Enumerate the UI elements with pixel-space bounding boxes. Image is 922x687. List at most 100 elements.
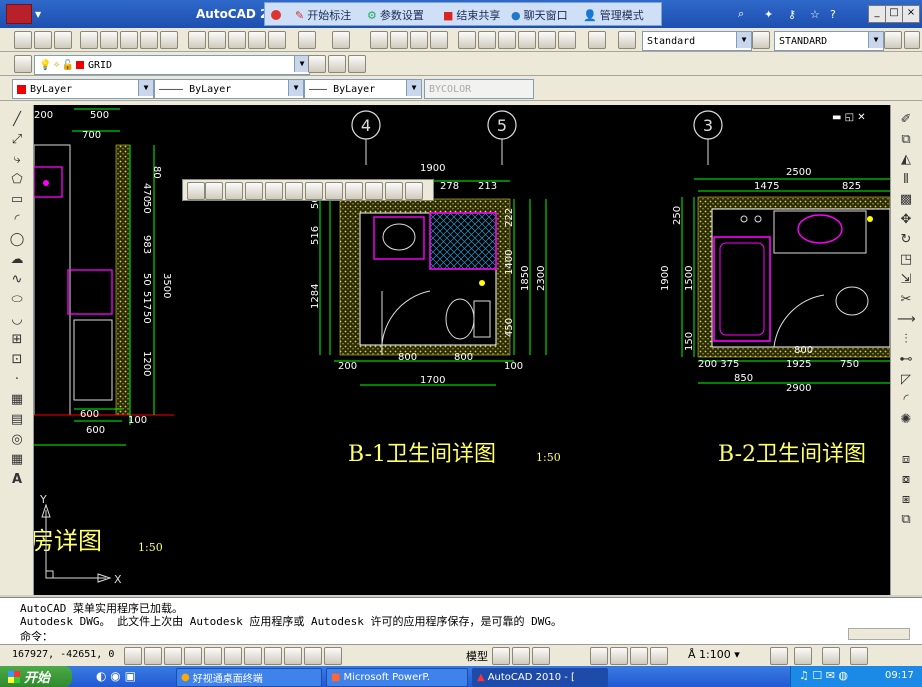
copy-object-icon[interactable]: ⧉ — [897, 131, 915, 149]
line-icon[interactable]: ╱ — [8, 111, 26, 129]
chamfer-icon[interactable]: ◸ — [897, 371, 915, 389]
plot-icon[interactable] — [80, 31, 98, 49]
annotation-visibility-icon[interactable] — [770, 647, 788, 665]
zoom-previous-icon[interactable] — [430, 31, 448, 49]
make-current-icon[interactable] — [308, 55, 326, 73]
help-icon[interactable]: ? — [830, 5, 836, 23]
aligned-dim-icon[interactable] — [205, 182, 223, 200]
function-icon[interactable] — [405, 182, 423, 200]
pan-icon[interactable] — [370, 31, 388, 49]
arc-icon[interactable]: ◜ — [8, 211, 26, 229]
properties-icon[interactable] — [458, 31, 476, 49]
quick-view-drawings-icon[interactable] — [532, 647, 550, 665]
redo-icon[interactable] — [332, 31, 350, 49]
command-scrollbar[interactable] — [848, 628, 910, 640]
quick-launch-icon[interactable]: ◐ ◉ ▣ — [96, 669, 136, 683]
construction-line-icon[interactable]: ⤢ — [8, 131, 26, 149]
grid-icon[interactable] — [164, 647, 182, 665]
gradient-icon[interactable]: ▤ — [8, 411, 26, 429]
tray-icons[interactable]: ♫ ☐ ✉ ◍ — [799, 669, 848, 682]
quick-view-icon[interactable] — [512, 647, 530, 665]
scale-icon[interactable]: ◳ — [897, 251, 915, 269]
erase-icon[interactable]: ✐ — [897, 111, 915, 129]
spline-icon[interactable]: ∿ — [8, 271, 26, 289]
xref-icon[interactable]: ⧉ — [897, 511, 915, 529]
binoculars-icon[interactable]: ⌕ — [738, 5, 744, 23]
dim-style-select[interactable]: STANDARD ▼ — [774, 31, 884, 51]
ortho-icon[interactable] — [184, 647, 202, 665]
settings-button[interactable]: ⚙ 参数设置 — [367, 6, 424, 24]
admin-mode-button[interactable]: 👤 管理模式 — [583, 6, 644, 24]
autocad-app-menu[interactable]: ▼ — [6, 4, 41, 24]
table-icon[interactable]: ▦ — [8, 451, 26, 469]
layer-walk-icon[interactable]: ⧆ — [897, 491, 915, 509]
mirror-icon[interactable]: ◭ — [897, 151, 915, 169]
pan-status-icon[interactable] — [590, 647, 608, 665]
ellipse-icon[interactable]: ⬭ — [8, 291, 26, 309]
clean-screen-icon[interactable] — [850, 647, 868, 665]
osnap-icon[interactable] — [224, 647, 242, 665]
hatch-icon[interactable]: ▦ — [8, 391, 26, 409]
lwt-icon[interactable] — [304, 647, 322, 665]
open-icon[interactable] — [34, 31, 52, 49]
workspace-icon[interactable] — [794, 647, 812, 665]
extend-icon[interactable]: ⟶ — [897, 311, 916, 329]
etransmit-icon[interactable] — [160, 31, 178, 49]
3d-dwf-icon[interactable] — [140, 31, 158, 49]
taskbar-item-active[interactable]: ▲ AutoCAD 2010 - [ — [472, 668, 608, 687]
color-select[interactable]: ByLayer ▼ — [12, 79, 154, 99]
stretch-icon[interactable]: ⇲ — [897, 271, 915, 289]
command-window[interactable]: AutoCAD 菜单实用程序已加载。 Autodesk DWG。 此文件上次由 … — [0, 597, 922, 644]
zoom-window-icon[interactable] — [410, 31, 428, 49]
zoom-status-icon[interactable] — [610, 647, 628, 665]
layer-previous-icon[interactable] — [328, 55, 346, 73]
trim-icon[interactable]: ✂ — [897, 291, 915, 309]
polyline-icon[interactable]: ⤷ — [8, 151, 26, 169]
join-icon[interactable]: ⊷ — [897, 351, 915, 369]
close-button[interactable]: × — [902, 5, 920, 23]
group-icon[interactable]: ⧇ — [897, 471, 915, 489]
maximize-button[interactable]: □ — [885, 5, 903, 23]
lineweight-select[interactable]: ——— ByLayer ▼ — [304, 79, 422, 99]
offset-icon[interactable]: ⫴ — [897, 171, 915, 189]
minimize-button[interactable]: _ — [868, 5, 886, 23]
rectangle-icon[interactable]: ▭ — [8, 191, 26, 209]
taskbar-item[interactable]: ● 好视通桌面终端 — [176, 668, 322, 687]
continue-icon[interactable] — [385, 182, 403, 200]
move-icon[interactable]: ✥ — [897, 211, 915, 229]
point-icon[interactable]: · — [8, 371, 26, 389]
dim-style-icon[interactable] — [752, 31, 770, 49]
region-icon[interactable]: ◎ — [8, 431, 26, 449]
layer-manager-icon[interactable] — [14, 55, 32, 73]
cut-icon[interactable] — [188, 31, 206, 49]
otrack-icon[interactable] — [244, 647, 262, 665]
insert-block-icon[interactable]: ⊞ — [8, 331, 26, 349]
command-prompt[interactable]: 命令： — [20, 628, 53, 644]
multileader-style-icon[interactable] — [904, 31, 920, 49]
revision-cloud-icon[interactable]: ☁ — [8, 251, 26, 269]
block-editor-icon[interactable] — [268, 31, 286, 49]
layer-select[interactable]: 💡 ☼ 🔓 GRID ▼ — [34, 55, 310, 75]
draworder-icon[interactable]: ⧈ — [897, 451, 915, 469]
tool-palettes-icon[interactable] — [498, 31, 516, 49]
qp-icon[interactable] — [324, 647, 342, 665]
preview-icon[interactable] — [100, 31, 118, 49]
sheet-set-icon[interactable] — [518, 31, 536, 49]
layout-icon[interactable] — [492, 647, 510, 665]
mtext-icon[interactable]: A — [8, 471, 26, 489]
taskbar-item[interactable]: ■ Microsoft PowerP. — [326, 668, 468, 687]
model-tab[interactable]: 模型 — [466, 648, 488, 664]
text-style-select[interactable]: Standard ▼ — [642, 31, 752, 51]
steering-wheel-icon[interactable] — [630, 647, 648, 665]
text-style-icon[interactable] — [618, 31, 636, 49]
radius-icon[interactable] — [265, 182, 283, 200]
table-style-icon[interactable] — [884, 31, 902, 49]
tools-icon[interactable]: ✦ — [764, 5, 773, 23]
linetype-select[interactable]: ———— ByLayer ▼ — [154, 79, 304, 99]
calculator-icon[interactable] — [558, 31, 576, 49]
publish-icon[interactable] — [120, 31, 138, 49]
infer-icon[interactable] — [124, 647, 142, 665]
ellipse-arc-icon[interactable]: ◡ — [8, 311, 26, 329]
snap-icon[interactable] — [144, 647, 162, 665]
ordinate-icon[interactable] — [245, 182, 263, 200]
